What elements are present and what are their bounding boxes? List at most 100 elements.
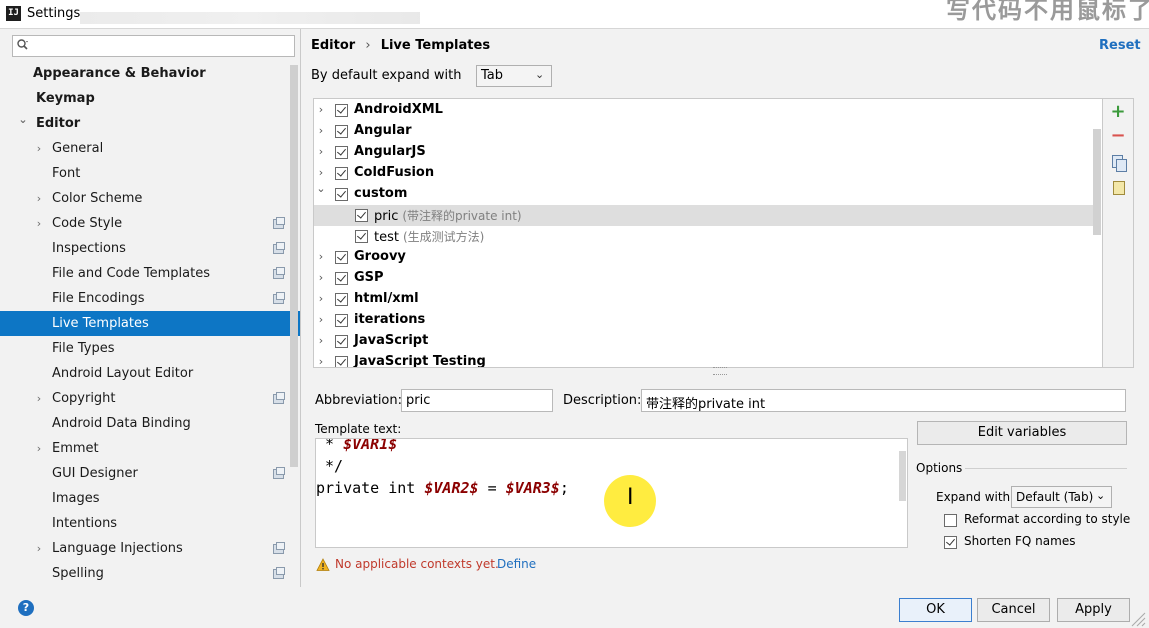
template-text-editor[interactable]: * $VAR1$ */private int $VAR2$ = $VAR3$; … bbox=[315, 438, 908, 548]
sidebar-item-label: Intentions bbox=[52, 516, 118, 531]
sidebar-item[interactable]: Images bbox=[0, 486, 300, 511]
sidebar-item[interactable]: › Emmet bbox=[0, 436, 300, 461]
abbreviation-input[interactable]: pric bbox=[401, 389, 553, 412]
template-checkbox[interactable] bbox=[335, 146, 348, 159]
template-checkbox[interactable] bbox=[335, 335, 348, 348]
chevron-right-icon[interactable]: › bbox=[316, 313, 326, 326]
resize-grip-icon[interactable] bbox=[1126, 607, 1146, 627]
options-divider bbox=[965, 468, 1127, 469]
template-group-row[interactable]: › Angular bbox=[314, 121, 1094, 142]
sidebar-item[interactable]: Android Layout Editor bbox=[0, 361, 300, 386]
chevron-right-icon[interactable]: › bbox=[316, 103, 326, 116]
sidebar-item[interactable]: Live Templates bbox=[0, 311, 300, 336]
template-checkbox[interactable] bbox=[335, 314, 348, 327]
sidebar-item[interactable]: File Types bbox=[0, 336, 300, 361]
template-checkbox[interactable] bbox=[335, 272, 348, 285]
add-icon[interactable]: + bbox=[1109, 103, 1127, 121]
sidebar-item[interactable]: Spelling bbox=[0, 561, 300, 586]
editor-scrollbar[interactable] bbox=[899, 451, 906, 501]
sidebar-item[interactable]: Android Data Binding bbox=[0, 411, 300, 436]
template-checkbox[interactable] bbox=[355, 230, 368, 243]
chevron-right-icon[interactable]: › bbox=[316, 166, 326, 179]
sidebar-item[interactable]: GUI Designer bbox=[0, 461, 300, 486]
chevron-right-icon[interactable]: › bbox=[316, 271, 326, 284]
splitter-grip-icon[interactable] bbox=[713, 367, 727, 375]
template-row[interactable]: pric (带注释的private int) bbox=[314, 205, 1094, 226]
cancel-button[interactable]: Cancel bbox=[977, 598, 1050, 622]
template-group-row[interactable]: › iterations bbox=[314, 310, 1094, 331]
default-expand-select[interactable]: Tab ⌄ bbox=[476, 65, 552, 87]
sidebar-item[interactable]: Intentions bbox=[0, 511, 300, 536]
sidebar-scrollbar[interactable] bbox=[290, 65, 298, 467]
template-group-row[interactable]: › AndroidXML bbox=[314, 100, 1094, 121]
sidebar-item[interactable]: Inspections bbox=[0, 236, 300, 261]
template-group-row[interactable]: › Groovy bbox=[314, 247, 1094, 268]
sidebar-item[interactable]: Font bbox=[0, 161, 300, 186]
chevron-right-icon[interactable]: › bbox=[316, 145, 326, 158]
copy-icon[interactable] bbox=[1109, 153, 1127, 172]
description-input[interactable]: 带注释的private int bbox=[641, 389, 1126, 412]
template-group-row[interactable]: ⌄ custom bbox=[314, 182, 1094, 205]
sidebar-item[interactable]: ⌄ Editor bbox=[0, 111, 300, 136]
chevron-right-icon[interactable]: › bbox=[316, 292, 326, 305]
sidebar-item-label: Emmet bbox=[52, 441, 99, 456]
code-text: * bbox=[316, 438, 344, 453]
template-group-row[interactable]: › ColdFusion bbox=[314, 163, 1094, 184]
template-group-row[interactable]: › GSP bbox=[314, 268, 1094, 289]
chevron-right-icon[interactable]: › bbox=[316, 250, 326, 263]
chevron-right-icon[interactable]: › bbox=[34, 186, 44, 211]
sidebar-item[interactable]: › General bbox=[0, 136, 300, 161]
chevron-right-icon[interactable]: › bbox=[34, 536, 44, 561]
template-checkbox[interactable] bbox=[335, 104, 348, 117]
template-checkbox[interactable] bbox=[335, 125, 348, 138]
sidebar-item[interactable]: Appearance & Behavior bbox=[0, 61, 300, 86]
chevron-right-icon[interactable]: › bbox=[34, 136, 44, 161]
reformat-label[interactable]: Reformat according to style bbox=[964, 512, 1130, 526]
sidebar-item[interactable]: › Copyright bbox=[0, 386, 300, 411]
template-checkbox[interactable] bbox=[335, 167, 348, 180]
template-checkbox[interactable] bbox=[335, 188, 348, 201]
template-group-row[interactable]: › AngularJS bbox=[314, 142, 1094, 163]
edit-variables-button[interactable]: Edit variables bbox=[917, 421, 1127, 445]
apply-button[interactable]: Apply bbox=[1057, 598, 1130, 622]
shorten-fq-checkbox[interactable] bbox=[944, 536, 957, 549]
breadcrumb-parent[interactable]: Editor bbox=[311, 38, 355, 53]
template-group-row[interactable]: › JavaScript Testing bbox=[314, 352, 1094, 367]
abbreviation-value: pric bbox=[406, 393, 431, 408]
shorten-fq-label[interactable]: Shorten FQ names bbox=[964, 534, 1075, 548]
template-checkbox[interactable] bbox=[355, 209, 368, 222]
template-variable: $VAR1$ bbox=[343, 438, 398, 453]
chevron-down-icon[interactable]: ⌄ bbox=[316, 182, 326, 195]
sidebar-item[interactable]: › Code Style bbox=[0, 211, 300, 236]
template-checkbox[interactable] bbox=[335, 356, 348, 367]
project-scope-icon bbox=[273, 292, 285, 304]
template-group-row[interactable]: › html/xml bbox=[314, 289, 1094, 310]
reset-link[interactable]: Reset bbox=[1099, 38, 1141, 53]
template-checkbox[interactable] bbox=[335, 251, 348, 264]
template-group-row[interactable]: › JavaScript bbox=[314, 331, 1094, 352]
template-row[interactable]: test (生成测试方法) bbox=[314, 226, 1094, 247]
restore-defaults-icon[interactable] bbox=[1109, 179, 1127, 197]
chevron-right-icon[interactable]: › bbox=[316, 124, 326, 137]
expand-with-select[interactable]: Default (Tab) ⌄ bbox=[1011, 486, 1112, 508]
templates-scrollbar[interactable] bbox=[1093, 129, 1101, 235]
remove-icon[interactable]: − bbox=[1109, 127, 1127, 145]
chevron-down-icon[interactable]: ⌄ bbox=[18, 107, 28, 132]
chevron-right-icon[interactable]: › bbox=[34, 211, 44, 236]
settings-search-input[interactable] bbox=[12, 35, 295, 57]
help-icon[interactable]: ? bbox=[18, 600, 34, 616]
chevron-right-icon[interactable]: › bbox=[316, 355, 326, 367]
sidebar-item[interactable]: › Language Injections bbox=[0, 536, 300, 561]
define-contexts-link[interactable]: Define bbox=[497, 557, 536, 571]
chevron-right-icon[interactable]: › bbox=[34, 436, 44, 461]
sidebar-item[interactable]: › Color Scheme bbox=[0, 186, 300, 211]
chevron-right-icon[interactable]: › bbox=[316, 334, 326, 347]
sidebar-item[interactable]: Keymap bbox=[0, 86, 300, 111]
template-checkbox[interactable] bbox=[335, 293, 348, 306]
template-variable: $VAR2$ bbox=[424, 479, 479, 497]
chevron-right-icon[interactable]: › bbox=[34, 386, 44, 411]
sidebar-item[interactable]: File and Code Templates bbox=[0, 261, 300, 286]
ok-button[interactable]: OK bbox=[899, 598, 972, 622]
reformat-checkbox[interactable] bbox=[944, 514, 957, 527]
sidebar-item[interactable]: File Encodings bbox=[0, 286, 300, 311]
